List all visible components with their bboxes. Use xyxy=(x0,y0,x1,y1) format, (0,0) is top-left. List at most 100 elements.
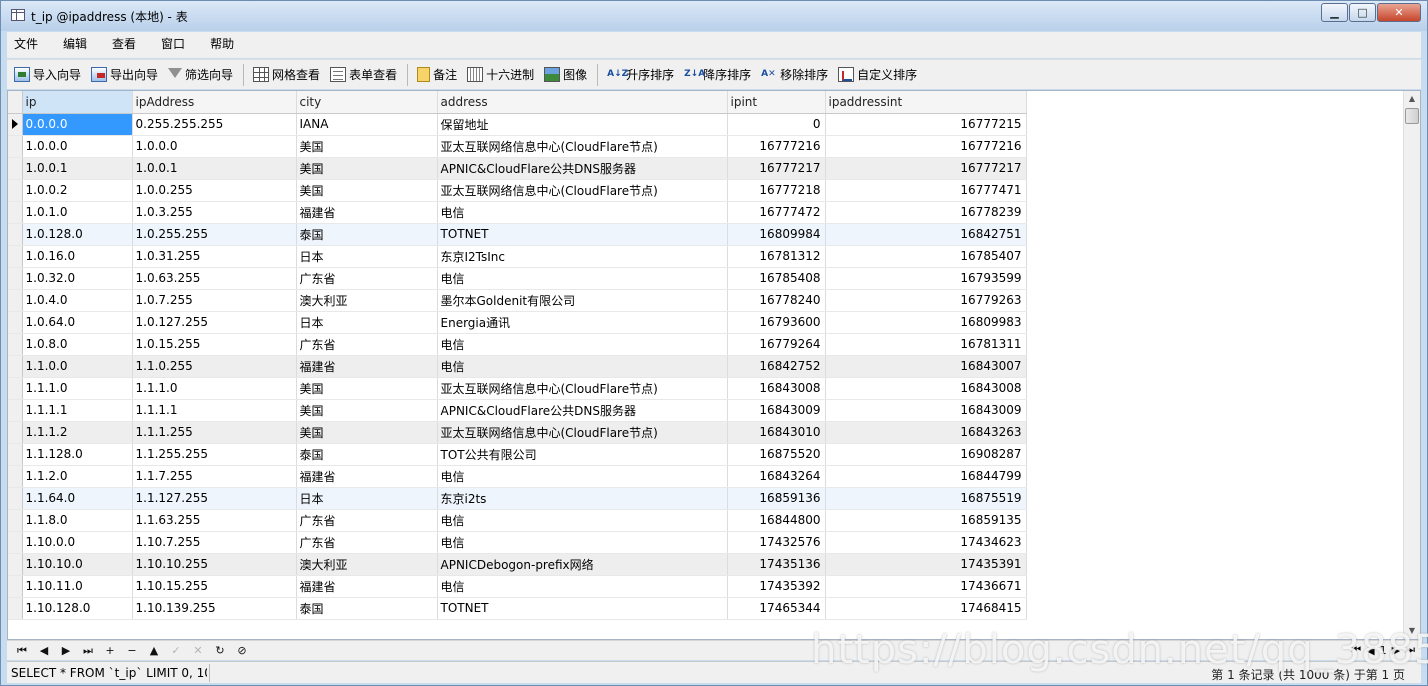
table-cell-ipaddressint[interactable]: 16843009 xyxy=(825,399,1027,422)
table-cell-ipaddressint[interactable]: 16779263 xyxy=(825,289,1027,312)
table-cell-address[interactable]: APNICDebogon-prefix网络 xyxy=(437,553,728,576)
vertical-scrollbar[interactable]: ▲ ▼ xyxy=(1403,91,1420,639)
table-row[interactable]: 1.1.128.0 1.1.255.255 泰国 TOT公共有限公司 16875520 1… xyxy=(8,443,1027,466)
row-indicator[interactable] xyxy=(8,487,23,510)
table-cell-city[interactable]: 美国 xyxy=(296,399,438,422)
delete-record-icon[interactable]: − xyxy=(121,643,143,659)
table-row[interactable]: 1.0.1.0 1.0.3.255 福建省 电信 16777472 16778239 xyxy=(8,201,1027,224)
table-cell-ipaddress[interactable]: 1.1.1.255 xyxy=(132,421,297,444)
table-cell-ipaddress[interactable]: 1.0.255.255 xyxy=(132,223,297,246)
custom-sort-button[interactable]: 自定义排序 xyxy=(835,63,920,87)
menu-edit[interactable]: 编辑 xyxy=(56,32,95,58)
memo-button[interactable]: 备注 xyxy=(414,63,460,87)
table-cell-city[interactable]: 美国 xyxy=(296,135,438,158)
table-row[interactable]: 1.10.11.0 1.10.15.255 福建省 电信 17435392 1743667… xyxy=(8,575,1027,598)
table-cell-address[interactable]: 电信 xyxy=(437,509,728,532)
table-cell-ipint[interactable]: 17465344 xyxy=(727,597,826,620)
table-cell-city[interactable]: 广东省 xyxy=(296,267,438,290)
table-row[interactable]: 1.10.128.0 1.10.139.255 泰国 TOTNET 17465344 17… xyxy=(8,597,1027,620)
row-indicator[interactable] xyxy=(8,157,23,180)
table-cell-ipaddress[interactable]: 1.10.15.255 xyxy=(132,575,297,598)
table-cell-ip[interactable]: 1.0.0.2 xyxy=(22,179,133,202)
table-row[interactable]: 0.0.0.0 0.255.255.255 IANA 保留地址 0 16777215 xyxy=(8,113,1027,136)
table-cell-ip[interactable]: 1.0.4.0 xyxy=(22,289,133,312)
table-cell-city[interactable]: 广东省 xyxy=(296,531,438,554)
table-cell-address[interactable]: TOTNET xyxy=(437,223,728,246)
table-cell-ipint[interactable]: 16777217 xyxy=(727,157,826,180)
row-indicator[interactable] xyxy=(8,399,23,422)
pager-page-number[interactable]: 1 xyxy=(1380,644,1387,657)
table-cell-ipaddressint[interactable]: 16809983 xyxy=(825,311,1027,334)
apply-icon[interactable]: ✓ xyxy=(165,643,187,659)
row-indicator[interactable] xyxy=(8,553,23,576)
table-cell-ipaddress[interactable]: 1.0.7.255 xyxy=(132,289,297,312)
table-cell-ipaddressint[interactable]: 16778239 xyxy=(825,201,1027,224)
close-button[interactable]: ✕ xyxy=(1377,3,1421,22)
table-cell-ipint[interactable]: 16843009 xyxy=(727,399,826,422)
table-row[interactable]: 1.0.0.1 1.0.0.1 美国 APNIC&CloudFlare公共DNS服务器… xyxy=(8,157,1027,180)
table-cell-ipaddress[interactable]: 1.0.127.255 xyxy=(132,311,297,334)
table-cell-ipaddress[interactable]: 1.10.139.255 xyxy=(132,597,297,620)
table-cell-ipint[interactable]: 16842752 xyxy=(727,355,826,378)
table-cell-ipaddress[interactable]: 1.1.1.1 xyxy=(132,399,297,422)
table-cell-address[interactable]: 电信 xyxy=(437,355,728,378)
table-cell-ipaddressint[interactable]: 16842751 xyxy=(825,223,1027,246)
table-cell-ipint[interactable]: 17435392 xyxy=(727,575,826,598)
table-cell-address[interactable]: 亚太互联网络信息中心(CloudFlare节点) xyxy=(437,179,728,202)
table-cell-ip[interactable]: 1.1.1.0 xyxy=(22,377,133,400)
table-cell-ipaddressint[interactable]: 16844799 xyxy=(825,465,1027,488)
row-indicator[interactable] xyxy=(8,333,23,356)
table-row[interactable]: 1.1.1.0 1.1.1.0 美国 亚太互联网络信息中心(CloudFlare节点)… xyxy=(8,377,1027,400)
table-row[interactable]: 1.10.10.0 1.10.10.255 澳大利亚 APNICDebogon-pre… xyxy=(8,553,1027,576)
table-cell-ip[interactable]: 1.0.32.0 xyxy=(22,267,133,290)
sort-desc-button[interactable]: Z↓A 降序排序 xyxy=(681,63,754,87)
table-row[interactable]: 1.0.8.0 1.0.15.255 广东省 电信 16779264 16781311 xyxy=(8,333,1027,356)
row-indicator[interactable] xyxy=(8,465,23,488)
table-cell-ip[interactable]: 1.0.16.0 xyxy=(22,245,133,268)
column-header-ip[interactable]: ip xyxy=(22,91,133,114)
table-cell-ipaddressint[interactable]: 16793599 xyxy=(825,267,1027,290)
add-record-icon[interactable]: + xyxy=(99,643,121,659)
table-cell-address[interactable]: 墨尔本Goldenit有限公司 xyxy=(437,289,728,312)
table-cell-address[interactable]: Energia通讯 xyxy=(437,311,728,334)
table-cell-city[interactable]: 福建省 xyxy=(296,355,438,378)
column-header-ipaddress[interactable]: ipAddress xyxy=(132,91,297,114)
row-indicator[interactable] xyxy=(8,223,23,246)
table-cell-ipint[interactable]: 16793600 xyxy=(727,311,826,334)
table-cell-ipint[interactable]: 16777472 xyxy=(727,201,826,224)
table-cell-ip[interactable]: 1.1.0.0 xyxy=(22,355,133,378)
table-cell-address[interactable]: 电信 xyxy=(437,465,728,488)
next-record-icon[interactable]: ▶ xyxy=(55,643,77,659)
table-row[interactable]: 1.0.0.0 1.0.0.0 美国 亚太互联网络信息中心(CloudFlare节点)… xyxy=(8,135,1027,158)
table-cell-city[interactable]: 福建省 xyxy=(296,465,438,488)
table-cell-ipaddressint[interactable]: 17435391 xyxy=(825,553,1027,576)
pager-first-icon[interactable]: ⏮ xyxy=(1351,643,1361,657)
table-cell-address[interactable]: 电信 xyxy=(437,201,728,224)
table-cell-address[interactable]: 电信 xyxy=(437,575,728,598)
table-cell-address[interactable]: 亚太互联网络信息中心(CloudFlare节点) xyxy=(437,421,728,444)
table-row[interactable]: 1.0.0.2 1.0.0.255 美国 亚太互联网络信息中心(CloudFlare节… xyxy=(8,179,1027,202)
table-cell-address[interactable]: TOT公共有限公司 xyxy=(437,443,728,466)
table-cell-ip[interactable]: 1.1.8.0 xyxy=(22,509,133,532)
row-indicator[interactable] xyxy=(8,377,23,400)
image-button[interactable]: 图像 xyxy=(541,63,590,87)
table-cell-ip[interactable]: 1.10.11.0 xyxy=(22,575,133,598)
stop-icon[interactable]: ⊘ xyxy=(231,643,253,659)
table-cell-ip[interactable]: 0.0.0.0 xyxy=(22,113,133,136)
table-cell-city[interactable]: 美国 xyxy=(296,421,438,444)
table-cell-ipaddress[interactable]: 1.0.0.255 xyxy=(132,179,297,202)
table-cell-ip[interactable]: 1.1.1.1 xyxy=(22,399,133,422)
pager-next-icon[interactable]: ▶ xyxy=(1392,644,1400,657)
column-header-address[interactable]: address xyxy=(437,91,728,114)
pager-last-icon[interactable]: ⏭ xyxy=(1405,643,1415,657)
table-cell-ip[interactable]: 1.0.128.0 xyxy=(22,223,133,246)
table-cell-address[interactable]: 电信 xyxy=(437,531,728,554)
table-cell-address[interactable]: 东京I2TsInc xyxy=(437,245,728,268)
column-header-city[interactable]: city xyxy=(296,91,438,114)
table-cell-ipint[interactable]: 16777218 xyxy=(727,179,826,202)
minimize-button[interactable]: ▁ xyxy=(1321,3,1348,22)
last-record-icon[interactable]: ⏭ xyxy=(77,643,99,659)
scroll-thumb[interactable] xyxy=(1405,108,1419,124)
table-cell-ipaddressint[interactable]: 16777216 xyxy=(825,135,1027,158)
table-cell-ipaddressint[interactable]: 16785407 xyxy=(825,245,1027,268)
